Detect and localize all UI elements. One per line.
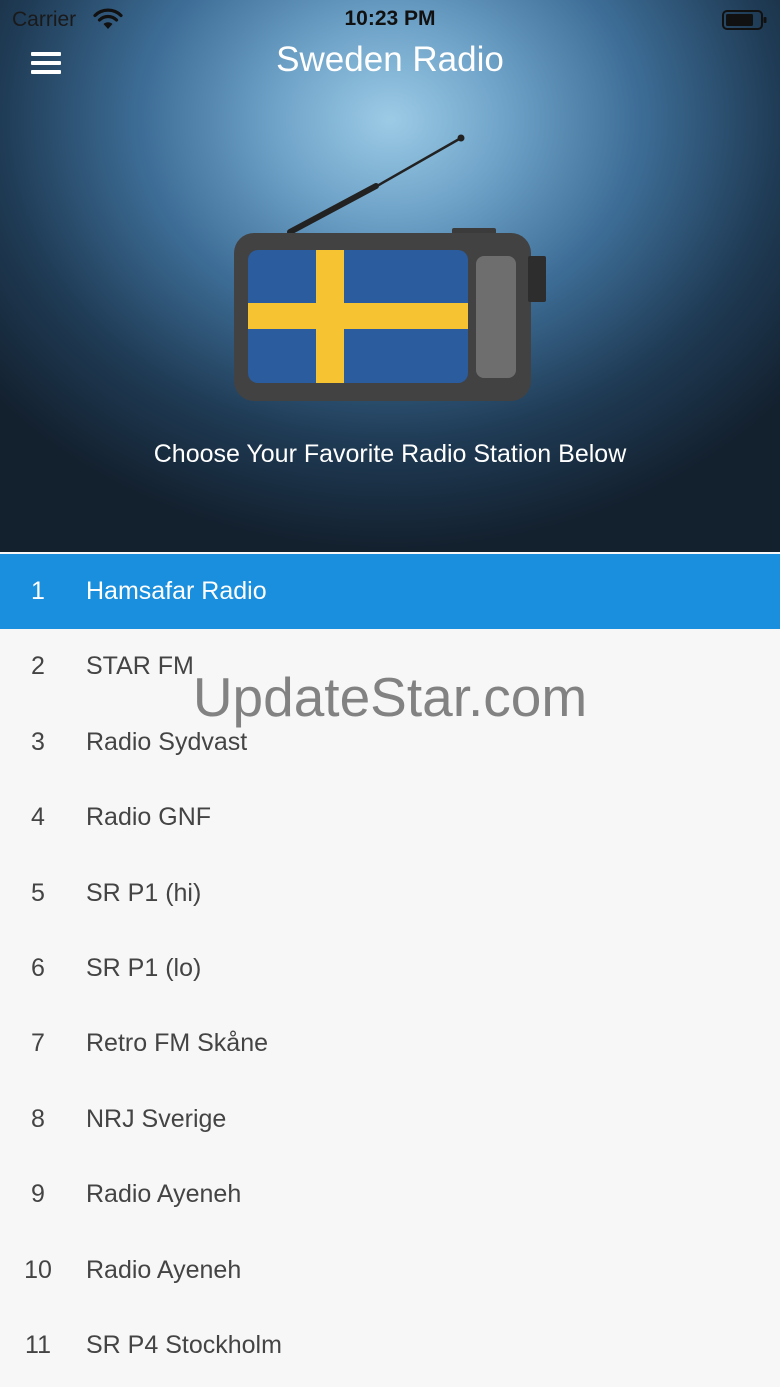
station-number: 2 [31, 652, 45, 681]
station-name: SR P1 (hi) [86, 878, 202, 907]
station-number: 7 [31, 1029, 45, 1058]
station-name: NRJ Sverige [86, 1104, 227, 1133]
banner-subtitle: Choose Your Favorite Radio Station Below [153, 440, 627, 468]
station-name: Hamsafar Radio [86, 577, 267, 605]
station-row[interactable]: 11 SR P4 Stockholm [0, 1308, 780, 1383]
station-row[interactable]: 3 Radio Sydvast [0, 705, 780, 780]
radio-flag-illustration [234, 134, 546, 401]
station-number: 3 [31, 727, 45, 756]
battery-icon [722, 10, 767, 30]
app-screen: Carrier 10:23 PM Sweden Radio Choose You… [0, 0, 780, 1387]
station-number: 8 [31, 1104, 45, 1133]
status-bar: Carrier 10:23 PM [0, 0, 780, 40]
station-row[interactable]: 7 Retro FM Skåne [0, 1006, 780, 1081]
station-name: Radio GNF [86, 803, 212, 832]
station-row[interactable]: 5 SR P1 (hi) [0, 856, 780, 931]
station-name: Radio Ayeneh [86, 1180, 242, 1209]
station-row[interactable]: 8 NRJ Sverige [0, 1082, 780, 1157]
station-number: 9 [31, 1180, 45, 1209]
station-number: 1 [31, 577, 45, 605]
station-number: 11 [25, 1330, 51, 1359]
page-title: Sweden Radio [276, 40, 504, 79]
station-row[interactable]: 1 Hamsafar Radio [0, 554, 780, 630]
station-name: SR P4 Stockholm [86, 1330, 282, 1359]
station-number: 5 [31, 878, 45, 907]
station-number: 4 [31, 803, 45, 832]
station-name: Retro FM Skåne [86, 1029, 269, 1058]
station-number: 6 [31, 953, 45, 982]
station-name: Radio Sydvast [86, 727, 248, 756]
station-name: Radio Ayeneh [86, 1255, 242, 1284]
station-row[interactable]: 10 Radio Ayeneh [0, 1233, 780, 1308]
station-list: 1 Hamsafar Radio 2 STAR FM 3 Radio Sydva… [0, 554, 780, 1383]
station-row[interactable]: 9 Radio Ayeneh [0, 1157, 780, 1232]
station-row[interactable]: 4 Radio GNF [0, 780, 780, 855]
header-banner: Carrier 10:23 PM Sweden Radio Choose You… [0, 0, 780, 552]
station-name: STAR FM [86, 652, 194, 681]
station-number: 10 [24, 1255, 52, 1284]
station-row[interactable]: 2 STAR FM [0, 629, 780, 704]
station-row[interactable]: 6 SR P1 (lo) [0, 931, 780, 1006]
station-name: SR P1 (lo) [86, 953, 202, 982]
status-time: 10:23 PM [344, 7, 436, 30]
